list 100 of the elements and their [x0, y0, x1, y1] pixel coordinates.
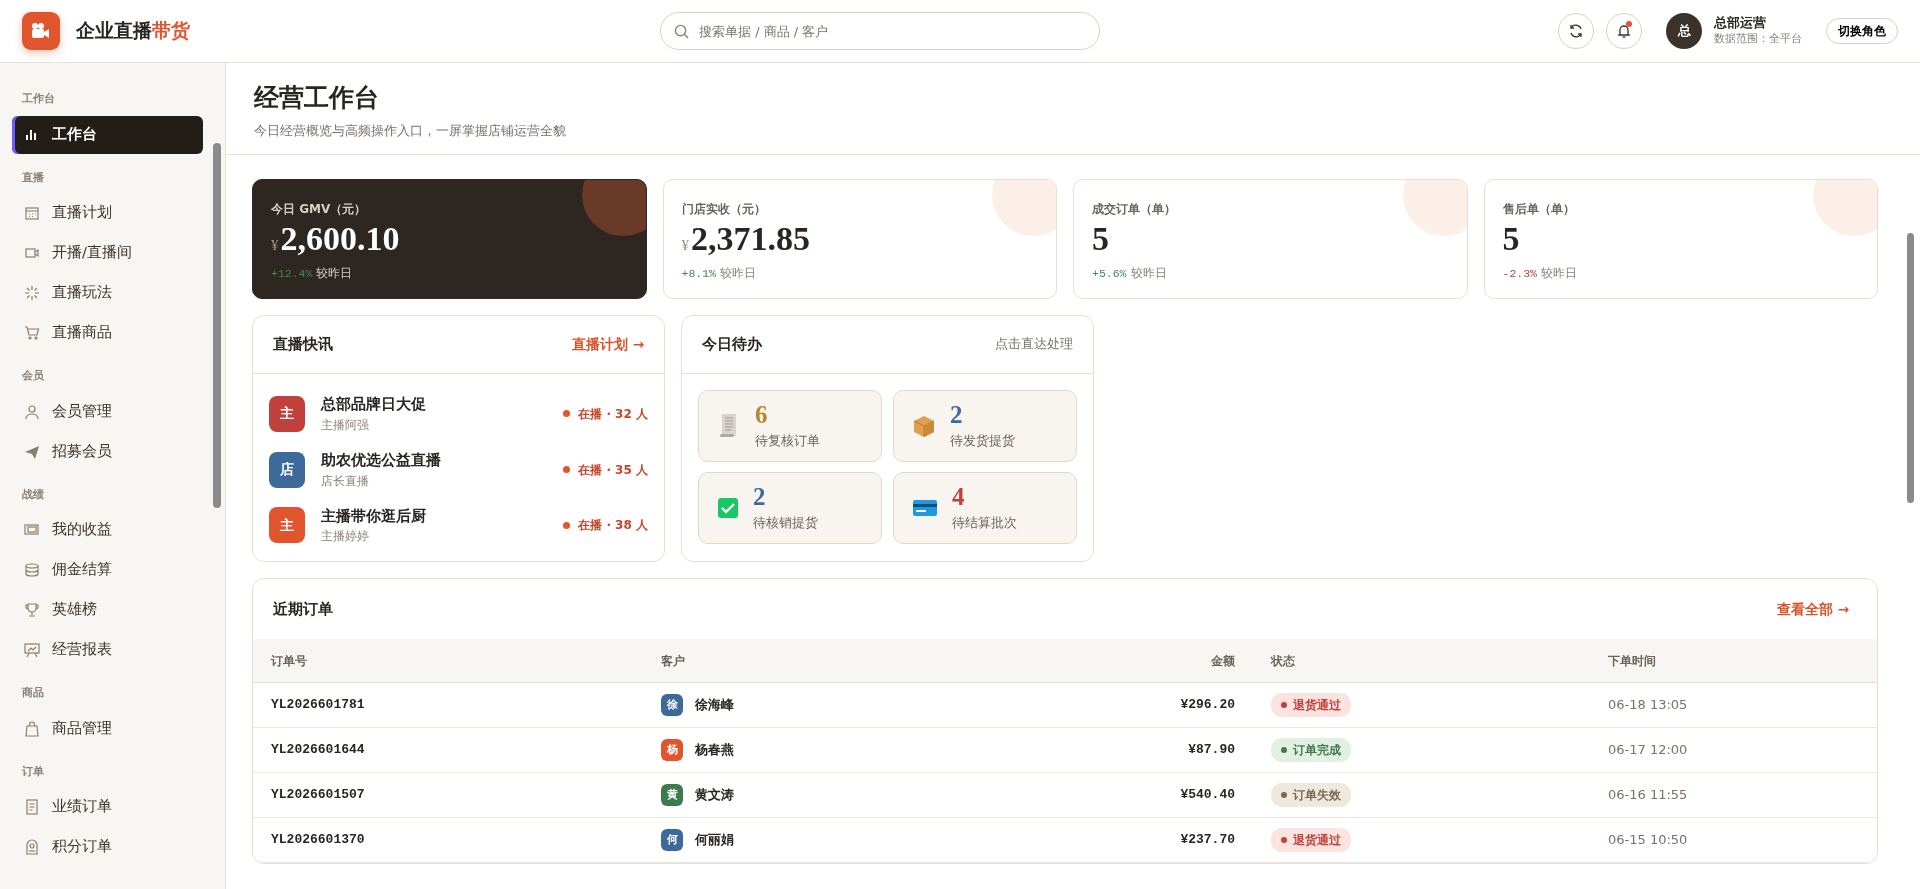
- todo-count: 2: [753, 483, 767, 509]
- order-time: 06-17 12:00: [1590, 727, 1877, 773]
- nav-icon: [24, 245, 40, 261]
- todo-tile[interactable]: 2 待发货提货: [893, 390, 1077, 462]
- live-plan-link[interactable]: 直播计划 →: [572, 334, 644, 355]
- switch-role-button[interactable]: 切换角色: [1826, 18, 1898, 44]
- sidebar-item[interactable]: 经营报表: [12, 631, 203, 669]
- column-header: 金额: [1023, 639, 1253, 683]
- scrollbar[interactable]: [213, 143, 221, 508]
- logo-icon: [22, 12, 60, 50]
- status-tag: 订单完成: [1271, 737, 1351, 762]
- sidebar-item[interactable]: 开播/直播间: [12, 234, 203, 272]
- nav-icon: [24, 562, 40, 578]
- scrollbar[interactable]: [1907, 233, 1914, 503]
- sidebar-item[interactable]: 佣金结算: [12, 551, 203, 589]
- sidebar-item[interactable]: 业绩订单: [12, 788, 203, 826]
- sidebar-item[interactable]: 工作台: [12, 115, 203, 154]
- live-host: 店长直播: [321, 472, 370, 490]
- sidebar-section-title: 会员: [21, 368, 45, 384]
- card-title: 近期订单: [273, 599, 333, 620]
- search-field[interactable]: 搜索单据 / 商品 / 客户: [660, 12, 1100, 50]
- customer-avatar: 黄: [661, 783, 683, 806]
- live-host: 主播阿强: [321, 416, 370, 434]
- order-time: 06-18 13:05: [1590, 682, 1877, 728]
- sidebar-section-title: 工作台: [21, 91, 56, 107]
- todo-count: 2: [950, 401, 964, 427]
- trend-delta: +8.1%: [681, 265, 716, 282]
- customer-name: 杨春燕: [695, 741, 734, 759]
- todo-tile[interactable]: 6 待复核订单: [698, 390, 882, 462]
- notification-button[interactable]: [1606, 13, 1642, 49]
- trend-note: 较昨日: [1130, 264, 1167, 282]
- user-avatar[interactable]: 总: [1666, 13, 1702, 49]
- trend-note: 较昨日: [720, 264, 756, 282]
- package-icon: [912, 414, 936, 438]
- sidebar-item[interactable]: 商品管理: [12, 709, 203, 748]
- live-dot: [563, 521, 571, 529]
- sidebar-item[interactable]: 招募会员: [12, 432, 203, 471]
- live-dot: [563, 466, 571, 474]
- sidebar-item[interactable]: 直播商品: [12, 314, 203, 352]
- refresh-button[interactable]: [1558, 13, 1594, 49]
- live-dot: [563, 410, 571, 418]
- sidebar-item[interactable]: 直播计划: [12, 194, 203, 232]
- nav-icon: [24, 642, 40, 658]
- live-status: 在播 · 32 人: [578, 405, 648, 423]
- todo-tile[interactable]: 4 待结算批次: [893, 472, 1077, 544]
- sidebar-item[interactable]: 会员管理: [12, 392, 203, 431]
- sidebar-section-title: 战绩: [21, 486, 45, 503]
- sidebar-item[interactable]: 直播玩法: [12, 274, 203, 312]
- user-name: 总部运营: [1714, 14, 1767, 31]
- trend-note: 较昨日: [1541, 264, 1577, 282]
- order-number: YL2026601370: [253, 817, 643, 863]
- stat-value: 2,371.85: [691, 220, 810, 257]
- todo-label: 待核销提货: [753, 513, 818, 532]
- nav-icon: [24, 839, 40, 855]
- todo-tile[interactable]: 2 待核销提货: [698, 472, 882, 544]
- nav-icon: [24, 720, 40, 737]
- view-all-link[interactable]: 查看全部 →: [1777, 599, 1849, 620]
- stat-value: 5: [1502, 220, 1520, 257]
- sidebar-item[interactable]: 我的收益: [12, 511, 203, 549]
- trend-delta: +12.4%: [271, 265, 313, 282]
- nav-icon: [24, 443, 40, 460]
- nav-icon: [24, 403, 40, 420]
- order-amount: ¥237.70: [1023, 817, 1253, 863]
- order-amount: ¥296.20: [1023, 682, 1253, 728]
- customer-avatar: 杨: [661, 738, 683, 761]
- sidebar-section-title: 商品: [21, 685, 45, 701]
- live-avatar: 主: [269, 507, 305, 544]
- sidebar-item[interactable]: 英雄榜: [12, 591, 203, 629]
- trend-delta: -2.3%: [1502, 265, 1537, 282]
- app-title: 企业直播带货: [76, 18, 190, 43]
- search-icon: [674, 24, 689, 39]
- checkbox-icon: [717, 497, 739, 519]
- live-title[interactable]: 主播带你逛后厨: [321, 505, 548, 528]
- live-status: 在播 · 38 人: [578, 517, 648, 535]
- nav-icon: [24, 205, 40, 221]
- customer-avatar: 徐: [661, 693, 683, 716]
- stat-label: 今日 GMV（元）: [271, 201, 368, 218]
- status-tag: 订单失效: [1271, 782, 1351, 807]
- bell-icon: [1616, 23, 1632, 39]
- nav-icon: [24, 602, 40, 618]
- live-host: 主播婷婷: [321, 528, 370, 546]
- card-title: 今日待办: [702, 334, 762, 356]
- live-title[interactable]: 助农优选公益直播: [321, 449, 548, 472]
- stat-value: 5: [1092, 220, 1109, 257]
- todo-label: 待结算批次: [952, 513, 1017, 532]
- card-hint: 点击直达处理: [995, 335, 1073, 354]
- column-header: 客户: [643, 639, 1023, 683]
- trend-delta: +5.6%: [1092, 265, 1127, 282]
- card-title: 直播快讯: [273, 334, 333, 356]
- currency-sign: ¥: [681, 237, 689, 253]
- todo-label: 待复核订单: [755, 431, 820, 450]
- stat-label: 成交订单（单）: [1092, 201, 1177, 218]
- data-scope: 数据范围：全平台: [1714, 30, 1802, 47]
- sidebar-item[interactable]: 积分订单: [12, 828, 203, 866]
- live-avatar: 店: [269, 451, 305, 488]
- status-tag: 退货通过: [1271, 827, 1351, 852]
- page-subtitle: 今日经营概览与高频操作入口，一屏掌握店铺运营全貌: [254, 121, 567, 140]
- refresh-icon: [1568, 23, 1584, 39]
- live-title[interactable]: 总部品牌日大促: [321, 394, 548, 416]
- customer-name: 何丽娟: [695, 831, 734, 849]
